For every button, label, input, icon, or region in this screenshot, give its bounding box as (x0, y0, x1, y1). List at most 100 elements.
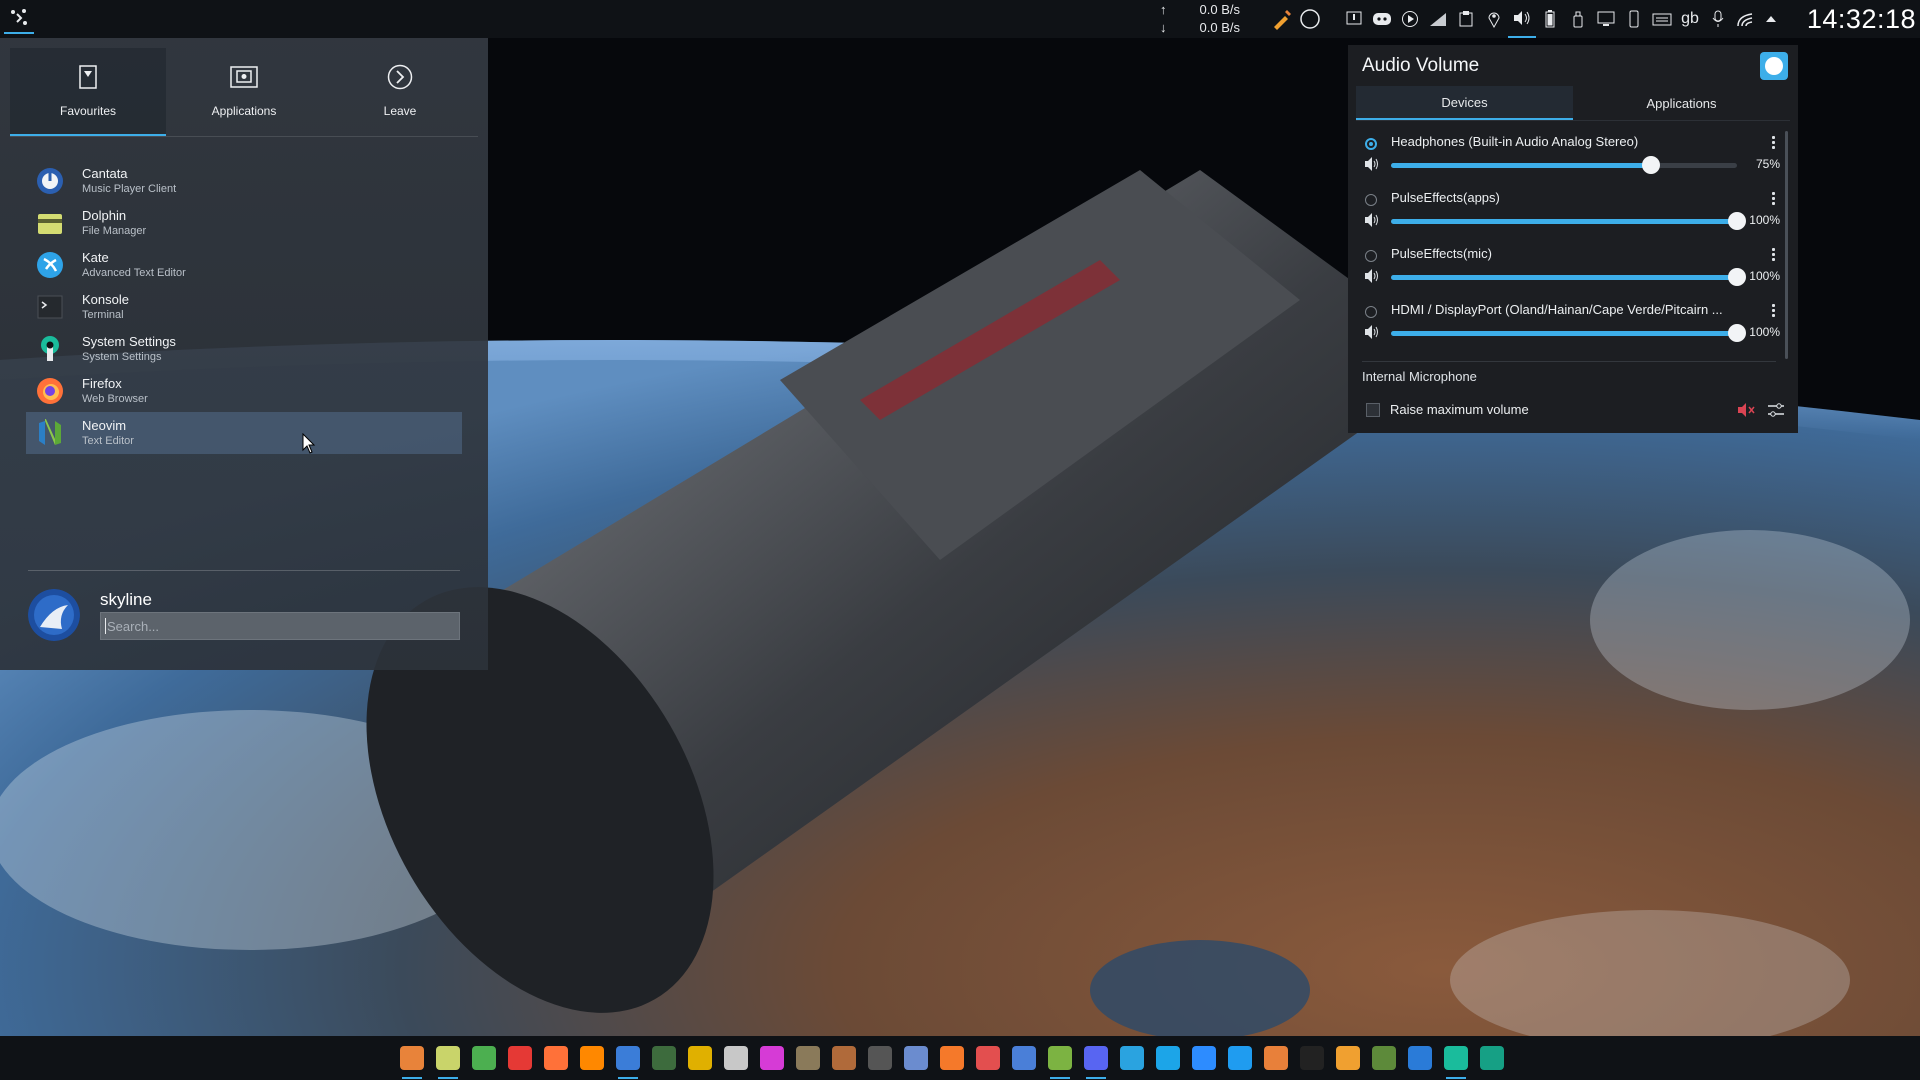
favourite-kate[interactable]: Kate Advanced Text Editor (26, 244, 462, 286)
device-menu-button[interactable] (1766, 245, 1780, 263)
dock-icon-glyph (796, 1046, 820, 1070)
favourite-konsole[interactable]: Konsole Terminal (26, 286, 462, 328)
volume-slider-handle[interactable] (1728, 324, 1746, 342)
color-picker-icon[interactable] (1268, 0, 1296, 38)
display-icon[interactable] (1592, 0, 1620, 38)
blender-icon[interactable] (934, 1040, 970, 1076)
calendar-icon[interactable] (970, 1040, 1006, 1076)
device-name: Headphones (Built-in Audio Analog Stereo… (1391, 134, 1639, 149)
speaker-icon[interactable] (1364, 212, 1380, 228)
usb-device-icon[interactable] (1564, 0, 1592, 38)
volume-slider[interactable] (1391, 275, 1737, 280)
cantata-dock-icon[interactable] (610, 1040, 646, 1079)
default-device-radio[interactable] (1365, 138, 1377, 150)
minecraft-icon[interactable] (1366, 1040, 1402, 1076)
favourite-name: Konsole (82, 292, 129, 307)
speaker-icon[interactable] (1364, 156, 1380, 172)
muted-speaker-icon[interactable] (1736, 400, 1756, 420)
default-device-radio[interactable] (1365, 306, 1377, 318)
dock-icon-glyph (472, 1046, 496, 1070)
sublime-text-icon[interactable] (394, 1040, 430, 1079)
telegram-icon[interactable] (1114, 1040, 1150, 1076)
tab-favourites[interactable]: Favourites (10, 48, 166, 136)
favourite-dolphin[interactable]: Dolphin File Manager (26, 202, 462, 244)
tab-leave[interactable]: Leave (322, 48, 478, 136)
location-icon[interactable] (1480, 0, 1508, 38)
steam-like-icon[interactable] (1474, 1040, 1510, 1076)
default-device-radio[interactable] (1365, 194, 1377, 206)
search-input[interactable] (100, 612, 460, 640)
gimp-icon[interactable] (790, 1040, 826, 1076)
notification-icon[interactable] (1340, 0, 1368, 38)
scrollbar[interactable] (1785, 131, 1788, 359)
keyboard-icon[interactable] (1648, 0, 1676, 38)
device-menu-button[interactable] (1766, 301, 1780, 319)
tab-applications[interactable]: Applications (1573, 86, 1790, 120)
tux-icon[interactable] (1294, 1040, 1330, 1076)
digital-clock[interactable]: 14:32:18 (1807, 0, 1916, 38)
battery-icon[interactable] (1536, 0, 1564, 38)
volume-icon[interactable] (1508, 0, 1536, 38)
kde-logo-icon (11, 9, 27, 25)
pin-button[interactable] (1760, 52, 1788, 80)
obs-icon[interactable] (718, 1040, 754, 1076)
raise-max-volume-checkbox[interactable] (1366, 403, 1380, 417)
ark-icon[interactable] (502, 1040, 538, 1076)
favourite-cantata[interactable]: Cantata Music Player Client (26, 160, 462, 202)
zoom-icon[interactable] (1186, 1040, 1222, 1076)
volume-slider-handle[interactable] (1728, 268, 1746, 286)
volume-slider[interactable] (1391, 163, 1737, 168)
favourite-firefox[interactable]: Firefox Web Browser (26, 370, 462, 412)
kdenlive-icon[interactable] (898, 1040, 934, 1076)
orange-app-icon[interactable] (1258, 1040, 1294, 1076)
circle-icon[interactable] (1296, 0, 1324, 38)
kdeconnect-icon[interactable] (1424, 0, 1452, 38)
configure-icon[interactable] (1766, 400, 1786, 420)
tab-applications[interactable]: Applications (166, 48, 322, 136)
vscode-icon[interactable] (1222, 1040, 1258, 1076)
default-device-radio[interactable] (1365, 250, 1377, 262)
favourite-system-settings[interactable]: System Settings System Settings (26, 328, 462, 370)
document-icon[interactable] (1006, 1040, 1042, 1076)
discord-icon[interactable] (1368, 0, 1396, 38)
keyboard-layout-indicator[interactable]: gb (1676, 0, 1704, 38)
expand-arrow-icon[interactable] (1760, 0, 1782, 38)
device-menu-button[interactable] (1766, 133, 1780, 151)
dock-icon-glyph (940, 1046, 964, 1070)
discord-dock-icon[interactable] (1078, 1040, 1114, 1079)
waveform-icon[interactable] (1402, 1040, 1438, 1076)
system-monitor-icon[interactable] (646, 1040, 682, 1076)
speaker-icon[interactable] (682, 1040, 718, 1076)
volume-slider[interactable] (1391, 219, 1737, 224)
device-menu-button[interactable] (1766, 189, 1780, 207)
clipboard-icon[interactable] (1452, 0, 1480, 38)
microphone-icon[interactable] (1704, 0, 1732, 38)
inkscape-icon[interactable] (862, 1040, 898, 1076)
volume-slider-handle[interactable] (1642, 156, 1660, 174)
media-player-icon[interactable] (1396, 0, 1424, 38)
speaker-icon[interactable] (1364, 268, 1380, 284)
tab-devices[interactable]: Devices (1356, 86, 1573, 120)
android-icon[interactable] (1042, 1040, 1078, 1079)
network-icon[interactable] (1732, 0, 1760, 38)
vlc-icon[interactable] (574, 1040, 610, 1076)
volume-slider-fill (1391, 163, 1651, 168)
skype-icon[interactable] (1150, 1040, 1186, 1076)
application-launcher-button[interactable] (4, 4, 34, 34)
speaker-icon[interactable] (1364, 324, 1380, 340)
volume-slider[interactable] (1391, 331, 1737, 336)
folder-icon[interactable] (466, 1040, 502, 1076)
phone-icon[interactable] (1620, 0, 1648, 38)
dolphin-files-icon[interactable] (430, 1040, 466, 1079)
favourite-description: Text Editor (82, 435, 134, 447)
favourite-neovim[interactable]: Neovim Text Editor (26, 412, 462, 454)
package-icon[interactable] (826, 1040, 862, 1076)
gear-app-icon[interactable] (1330, 1040, 1366, 1076)
system-settings-dock-icon[interactable] (1438, 1040, 1474, 1079)
volume-percent: 100% (1749, 213, 1780, 227)
firefox-dock-icon[interactable] (538, 1040, 574, 1076)
volume-slider-handle[interactable] (1728, 212, 1746, 230)
avatar[interactable] (28, 589, 80, 641)
network-speed-widget[interactable]: ↑ 0.0 B/s ↓ 0.0 B/s (1160, 0, 1240, 39)
color-app-icon[interactable] (754, 1040, 790, 1076)
